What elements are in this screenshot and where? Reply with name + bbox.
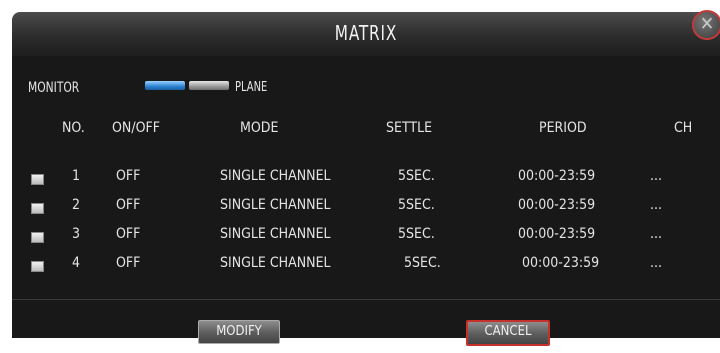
row-mode: SINGLE CHANNEL — [220, 197, 331, 213]
row-no: 1 — [72, 168, 81, 184]
monitor-label: MONITOR — [28, 80, 80, 96]
row-ch[interactable]: ... — [650, 255, 662, 271]
row-ch[interactable]: ... — [650, 226, 662, 242]
modify-button[interactable]: MODIFY — [198, 320, 280, 344]
plane-label: PLANE — [235, 80, 268, 95]
plane-selector-inactive[interactable] — [189, 81, 229, 90]
row-checkbox[interactable] — [31, 232, 44, 243]
row-ch[interactable]: ... — [650, 168, 662, 184]
table-row[interactable]: 4 OFF SINGLE CHANNEL 5SEC. 00:00-23:59 .… — [12, 255, 720, 279]
header-period: PERIOD — [539, 120, 587, 136]
row-settle: 5SEC. — [404, 255, 441, 271]
row-settle: 5SEC. — [398, 197, 435, 213]
row-no: 2 — [72, 197, 81, 213]
row-checkbox[interactable] — [31, 203, 44, 214]
row-onoff: OFF — [116, 226, 141, 242]
row-settle: 5SEC. — [398, 168, 435, 184]
row-mode: SINGLE CHANNEL — [220, 168, 331, 184]
row-onoff: OFF — [116, 255, 141, 271]
dialog-body: MONITOR PLANE NO. ON/OFF MODE SETTLE PER… — [12, 56, 720, 338]
row-checkbox[interactable] — [31, 174, 44, 185]
row-onoff: OFF — [116, 168, 141, 184]
close-icon[interactable]: ✕ — [692, 10, 720, 40]
row-no: 3 — [72, 226, 81, 242]
row-period: 00:00-23:59 — [518, 226, 596, 242]
row-checkbox[interactable] — [31, 261, 44, 272]
header-onoff: ON/OFF — [112, 120, 160, 136]
row-mode: SINGLE CHANNEL — [220, 226, 331, 242]
footer-divider — [12, 299, 720, 300]
row-mode: SINGLE CHANNEL — [220, 255, 331, 271]
table-row[interactable]: 2 OFF SINGLE CHANNEL 5SEC. 00:00-23:59 .… — [12, 197, 720, 221]
table-row[interactable]: 1 OFF SINGLE CHANNEL 5SEC. 00:00-23:59 .… — [12, 168, 720, 192]
matrix-dialog: MATRIX ✕ MONITOR PLANE NO. ON/OFF MODE S… — [0, 0, 720, 353]
dialog-title: MATRIX — [334, 21, 398, 45]
row-ch[interactable]: ... — [650, 197, 662, 213]
header-settle: SETTLE — [386, 120, 433, 136]
header-ch: CH — [674, 120, 693, 136]
row-no: 4 — [72, 255, 81, 271]
row-period: 00:00-23:59 — [522, 255, 600, 271]
row-settle: 5SEC. — [398, 226, 435, 242]
table-row[interactable]: 3 OFF SINGLE CHANNEL 5SEC. 00:00-23:59 .… — [12, 226, 720, 250]
row-onoff: OFF — [116, 197, 141, 213]
plane-selector-active[interactable] — [145, 81, 185, 90]
header-mode: MODE — [240, 120, 279, 136]
row-period: 00:00-23:59 — [518, 197, 596, 213]
row-period: 00:00-23:59 — [518, 168, 596, 184]
title-bar: MATRIX ✕ — [12, 10, 720, 56]
cancel-button[interactable]: CANCEL — [466, 320, 550, 346]
header-no: NO. — [62, 120, 85, 136]
